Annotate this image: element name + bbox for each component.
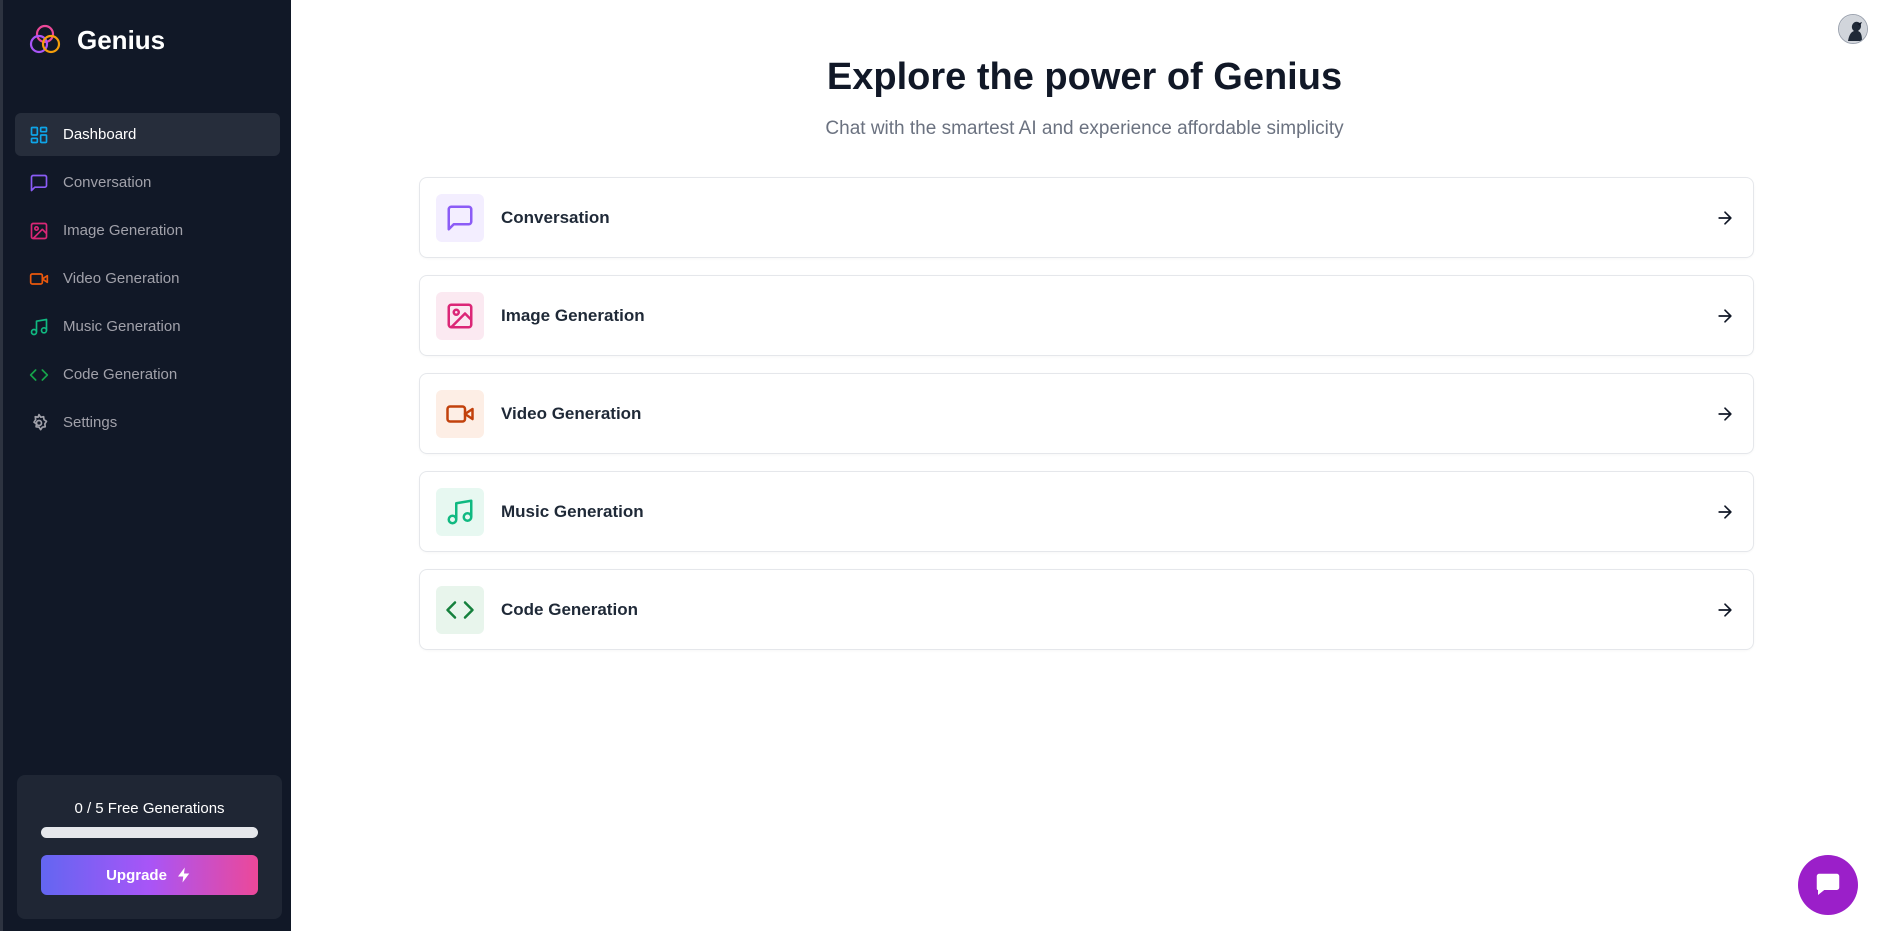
tool-card-conversation[interactable]: Conversation bbox=[419, 177, 1754, 258]
video-icon bbox=[446, 404, 474, 423]
settings-icon bbox=[29, 413, 49, 433]
tool-card-video-generation[interactable]: Video Generation bbox=[419, 373, 1754, 454]
sidebar-item-conversation[interactable]: Conversation bbox=[15, 161, 280, 204]
arrow-right-icon bbox=[1718, 505, 1732, 519]
music-icon bbox=[447, 499, 473, 524]
sidebar-item-label: Settings bbox=[63, 414, 118, 431]
tool-card-music-generation[interactable]: Music Generation bbox=[419, 471, 1754, 552]
logo-icon bbox=[29, 24, 61, 54]
free-generations-counter: 0 / 5 Free Generations bbox=[74, 800, 225, 817]
arrow-right-icon bbox=[1718, 309, 1732, 323]
sidebar-nav: Dashboard Conversation Image Generation bbox=[15, 113, 280, 449]
sidebar-item-video-generation[interactable]: Video Generation bbox=[15, 257, 280, 300]
usage-progress-bar bbox=[41, 827, 258, 838]
tool-label: Music Generation bbox=[501, 501, 644, 521]
page-title: Explore the power of Genius bbox=[826, 56, 1343, 98]
tool-icon-box bbox=[436, 389, 484, 438]
tool-icon-box bbox=[436, 291, 484, 340]
tool-label: Conversation bbox=[501, 207, 610, 227]
tools-list: Conversation Image Generation Video Gene… bbox=[419, 177, 1754, 667]
image-icon bbox=[447, 303, 473, 328]
user-avatar[interactable] bbox=[1838, 14, 1868, 44]
tool-icon-box bbox=[436, 487, 484, 536]
arrow-right-icon bbox=[1718, 211, 1732, 225]
sidebar-item-music-generation[interactable]: Music Generation bbox=[15, 305, 280, 348]
music-icon bbox=[29, 317, 49, 337]
sidebar-item-label: Code Generation bbox=[63, 366, 178, 383]
tool-label: Code Generation bbox=[501, 599, 638, 619]
brand-name: Genius bbox=[77, 24, 166, 55]
code-icon bbox=[446, 600, 474, 619]
tool-label: Video Generation bbox=[501, 403, 642, 423]
tool-icon-box bbox=[436, 193, 484, 242]
sidebar-item-image-generation[interactable]: Image Generation bbox=[15, 209, 280, 252]
chat-widget-button[interactable] bbox=[1798, 855, 1858, 915]
arrow-right-icon bbox=[1718, 407, 1732, 421]
message-square-icon bbox=[29, 173, 49, 193]
dashboard-icon bbox=[29, 125, 49, 145]
sidebar: Genius Dashboard Conversation Image Gene… bbox=[0, 0, 291, 931]
avatar-image bbox=[1839, 15, 1867, 43]
upgrade-label: Upgrade bbox=[106, 866, 167, 884]
code-icon bbox=[29, 365, 49, 385]
arrow-right-icon bbox=[1718, 603, 1732, 617]
message-square-icon bbox=[447, 205, 473, 230]
sidebar-item-dashboard[interactable]: Dashboard bbox=[15, 113, 280, 156]
sidebar-item-label: Music Generation bbox=[63, 318, 181, 335]
sidebar-item-label: Conversation bbox=[63, 174, 152, 191]
tool-card-code-generation[interactable]: Code Generation bbox=[419, 569, 1754, 650]
sidebar-item-label: Video Generation bbox=[63, 270, 180, 287]
sidebar-item-settings[interactable]: Settings bbox=[15, 401, 280, 444]
sidebar-item-code-generation[interactable]: Code Generation bbox=[15, 353, 280, 396]
chat-bubble-icon bbox=[1816, 873, 1840, 895]
upgrade-button[interactable]: Upgrade bbox=[41, 855, 258, 895]
image-icon bbox=[29, 221, 49, 241]
page-subtitle: Chat with the smartest AI and experience… bbox=[825, 118, 1344, 139]
free-generations-card: 0 / 5 Free Generations Upgrade bbox=[17, 775, 282, 919]
tool-card-image-generation[interactable]: Image Generation bbox=[419, 275, 1754, 356]
sidebar-item-label: Dashboard bbox=[63, 126, 137, 143]
tool-label: Image Generation bbox=[501, 305, 645, 325]
zap-icon bbox=[177, 867, 190, 883]
tool-icon-box bbox=[436, 585, 484, 634]
video-icon bbox=[29, 269, 49, 289]
brand[interactable]: Genius bbox=[27, 22, 165, 58]
sidebar-item-label: Image Generation bbox=[63, 222, 184, 239]
